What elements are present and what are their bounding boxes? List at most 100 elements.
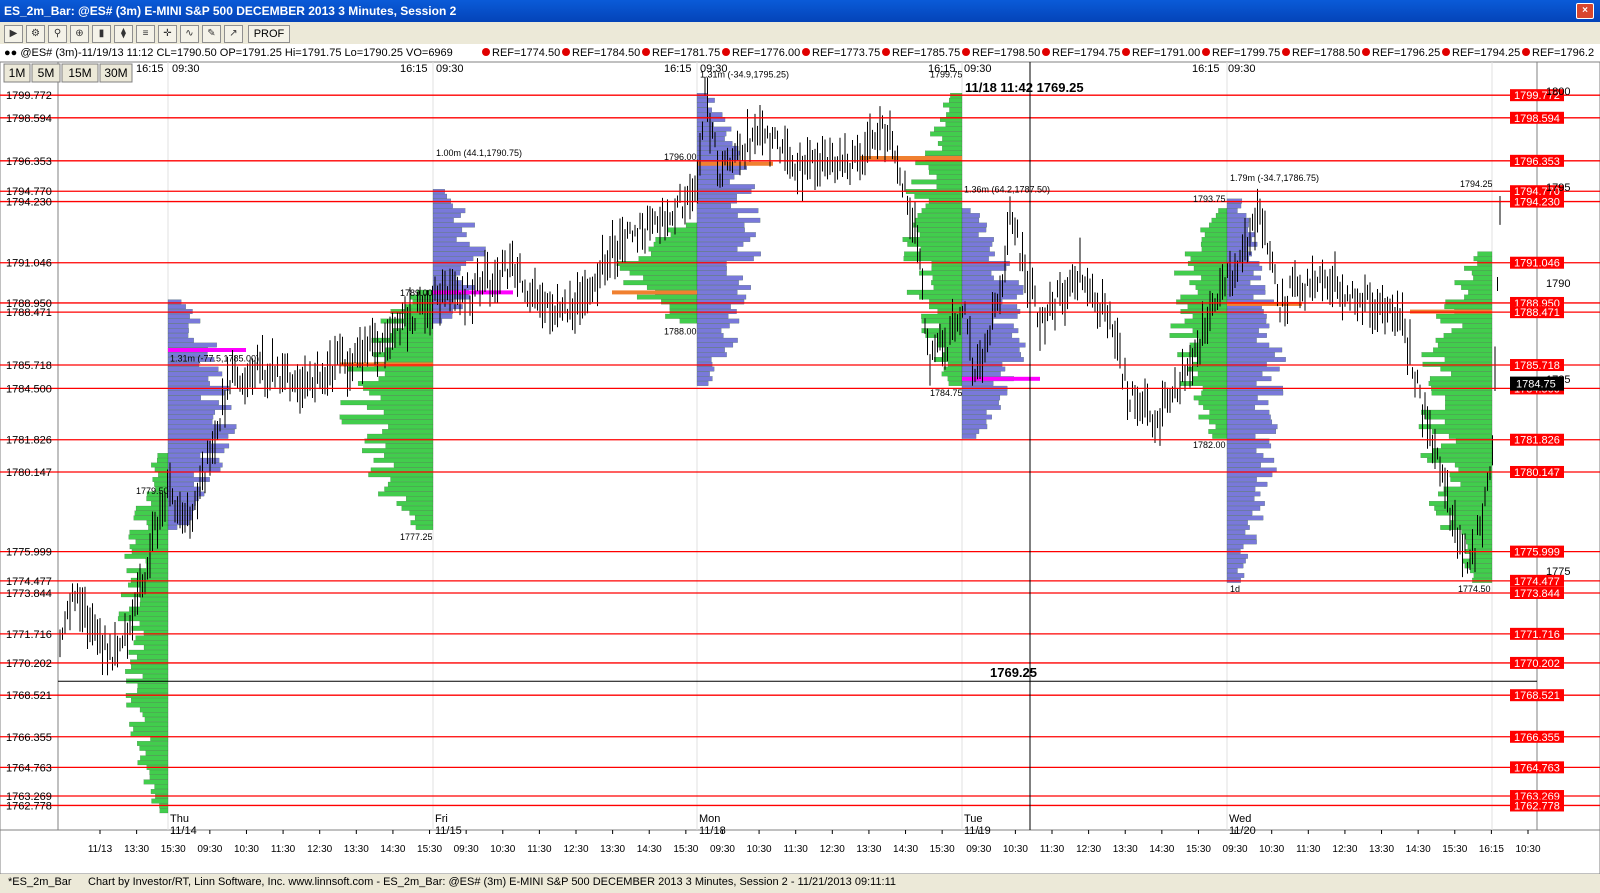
volume-profile-green <box>1432 448 1493 454</box>
volume-profile-blue <box>432 318 443 324</box>
volume-profile-blue <box>167 491 205 497</box>
date-label: 11/19 <box>964 825 991 837</box>
volume-profile-blue <box>1226 261 1260 266</box>
x-tick-label: 13:30 <box>1113 844 1138 855</box>
ref-dot <box>482 48 490 56</box>
volume-profile-green <box>357 381 434 386</box>
line-chart-icon[interactable]: ∿ <box>180 25 199 43</box>
volume-profile-blue <box>1226 381 1257 386</box>
volume-profile-green <box>410 520 434 526</box>
current-price-label: 1784.75 <box>1516 379 1556 391</box>
play-icon[interactable]: ▶ <box>4 25 23 43</box>
trend-icon[interactable]: ↗ <box>224 25 243 43</box>
volume-profile-green <box>919 270 963 276</box>
chart-tab[interactable]: *ES_2m_Bar <box>8 876 72 888</box>
volume-profile-blue <box>696 241 744 247</box>
volume-profile-green <box>1429 376 1493 382</box>
x-tick-label: 10:30 <box>747 844 772 855</box>
volume-profile-blue <box>432 285 475 290</box>
volume-profile-blue <box>167 409 216 415</box>
volume-profile-blue <box>1226 395 1258 401</box>
volume-profile-green <box>1470 553 1493 559</box>
volume-profile-blue <box>961 419 987 425</box>
price-chart[interactable]: ●● @ES# (3m)-11/19/13 11:12 CL=1790.50 O… <box>0 44 1600 874</box>
magnify-icon[interactable]: ⊕ <box>70 25 89 43</box>
volume-profile-blue <box>1226 472 1273 478</box>
volume-profile-blue <box>432 237 457 242</box>
profile-annotation: 1788.00 <box>664 327 697 337</box>
search-icon[interactable]: ⚲ <box>48 25 67 43</box>
volume-profile-blue <box>696 222 745 228</box>
price-level-label-right: 1771.716 <box>1514 629 1560 641</box>
volume-profile-green <box>1434 505 1493 511</box>
volume-profile-green <box>130 731 169 737</box>
volume-profile-blue <box>1226 433 1256 439</box>
volume-profile-blue <box>1226 342 1270 348</box>
ref-label: REF=1788.50 <box>1292 47 1360 59</box>
volume-profile-blue <box>696 285 751 290</box>
volume-profile-blue <box>961 333 1013 338</box>
volume-profile-green <box>1428 381 1493 386</box>
volume-profile-green <box>136 654 169 660</box>
volume-profile-blue <box>961 294 1017 300</box>
day-label: Tue <box>964 813 983 825</box>
volume-profile-blue <box>696 347 725 353</box>
volume-profile-green <box>929 304 963 310</box>
volume-profile-green <box>1461 285 1493 290</box>
bar-chart-icon[interactable]: ▮ <box>92 25 111 43</box>
volume-profile-green <box>143 645 169 650</box>
volume-profile-blue <box>167 323 189 329</box>
volume-profile-green <box>145 750 169 756</box>
volume-profile-green <box>1448 433 1493 439</box>
profile-icon[interactable]: ≡ <box>136 25 155 43</box>
volume-profile-blue <box>961 285 1024 290</box>
volume-profile-blue <box>961 395 1001 401</box>
volume-profile-green <box>666 227 698 233</box>
close-button[interactable]: × <box>1576 3 1594 19</box>
prof-button[interactable]: PROF <box>248 25 290 43</box>
volume-profile-green <box>1198 400 1228 406</box>
volume-profile-blue <box>167 481 194 487</box>
volume-profile-blue <box>961 352 1022 358</box>
draw-icon[interactable]: ✎ <box>202 25 221 43</box>
volume-profile-green <box>907 241 963 247</box>
volume-profile-blue <box>167 395 201 401</box>
volume-profile-green <box>921 208 963 214</box>
volume-profile-blue <box>1226 443 1272 449</box>
volume-profile-green <box>1201 390 1228 396</box>
volume-profile-green <box>128 582 169 588</box>
volume-profile-green <box>934 357 963 362</box>
profile-annotation: 1789.00 <box>400 288 433 298</box>
volume-profile-blue <box>961 429 980 434</box>
volume-profile-blue <box>167 337 194 343</box>
price-level-label-left: 1766.355 <box>6 732 52 744</box>
price-level-label-right: 1762.778 <box>1514 800 1560 812</box>
volume-profile-green <box>914 217 963 223</box>
ref-dot <box>722 48 730 56</box>
volume-profile-blue <box>167 453 201 458</box>
volume-profile-blue <box>1226 462 1261 468</box>
volume-profile-green <box>1444 304 1493 310</box>
volume-profile-green <box>135 539 169 545</box>
ref-label: REF=1774.50 <box>492 47 560 59</box>
gear-icon[interactable]: ⚙ <box>26 25 45 43</box>
volume-profile-blue <box>696 213 738 218</box>
volume-profile-green <box>930 131 963 137</box>
volume-profile-green <box>1445 405 1493 410</box>
volume-profile-green <box>937 309 963 314</box>
volume-profile-green <box>1209 419 1228 425</box>
volume-profile-green <box>135 505 169 511</box>
volume-profile-blue <box>432 222 475 228</box>
crosshair-icon[interactable]: ✛ <box>158 25 177 43</box>
volume-profile-blue <box>1226 217 1250 223</box>
candle-icon[interactable]: ⧫ <box>114 25 133 43</box>
volume-profile-blue <box>961 222 987 228</box>
volume-profile-green <box>931 265 963 271</box>
x-tick-label: 09:30 <box>710 844 735 855</box>
date-label: 11/20 <box>1229 825 1256 837</box>
volume-profile-green <box>911 179 963 185</box>
x-tick-label: 09:30 <box>1223 844 1248 855</box>
x-tick-label: 13:30 <box>124 844 149 855</box>
volume-profile-green <box>1464 265 1493 271</box>
volume-profile-green <box>1454 462 1493 468</box>
